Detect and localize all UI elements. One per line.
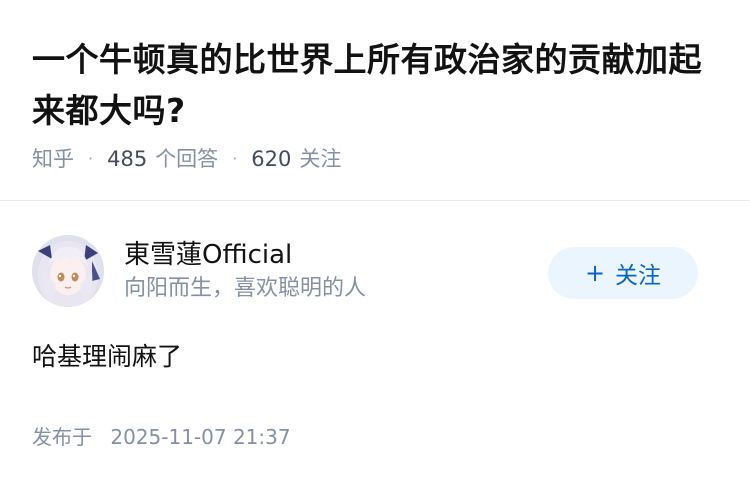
separator-dot: · [88, 149, 94, 168]
answer-card: 東雪蓮Official 向阳而生，喜欢聪明的人 + 关注 哈基理闹麻了 发布于 … [0, 201, 750, 490]
published-label: 发布于 [32, 425, 92, 449]
author-block: 東雪蓮Official 向阳而生，喜欢聪明的人 [32, 235, 366, 307]
question-header: 一个牛顿真的比世界上所有政治家的贡献加起来都大吗? 知乎 · 485 个回答 ·… [0, 0, 750, 200]
answer-count-label: 个回答 [155, 147, 219, 171]
question-title[interactable]: 一个牛顿真的比世界上所有政治家的贡献加起来都大吗? [32, 34, 722, 136]
zhihu-answer-page: 一个牛顿真的比世界上所有政治家的贡献加起来都大吗? 知乎 · 485 个回答 ·… [0, 0, 750, 490]
question-meta: 知乎 · 485 个回答 · 620 关注 [32, 144, 718, 174]
follow-button[interactable]: + 关注 [548, 247, 698, 299]
plus-icon: + [584, 259, 606, 287]
source-label[interactable]: 知乎 [32, 144, 74, 174]
published-date: 2025-11-07 21:37 [110, 425, 291, 449]
follower-count: 620 [251, 147, 292, 171]
published-time: 发布于 2025-11-07 21:37 [32, 423, 291, 451]
follow-button-label: 关注 [615, 263, 662, 289]
author-info: 東雪蓮Official 向阳而生，喜欢聪明的人 [124, 238, 366, 304]
author-name[interactable]: 東雪蓮Official [124, 238, 366, 272]
answer-content[interactable]: 哈基理闹麻了 [32, 339, 182, 375]
answer-count: 485 [107, 147, 148, 171]
anime-girl-avatar-icon [32, 235, 104, 307]
separator-dot: · [232, 149, 238, 168]
follower-count-label: 关注 [299, 147, 342, 171]
avatar[interactable] [32, 235, 104, 307]
author-bio: 向阳而生，喜欢聪明的人 [124, 276, 367, 301]
